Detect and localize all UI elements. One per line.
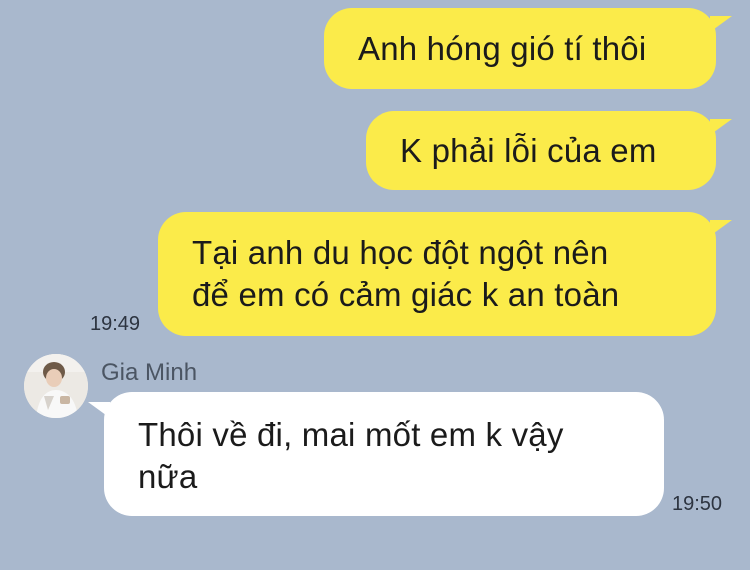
- sender-name: Gia Minh: [101, 359, 198, 386]
- message-text: K phải lỗi của em: [400, 132, 657, 169]
- avatar-photo-icon: [24, 354, 88, 418]
- avatar[interactable]: [24, 354, 88, 418]
- message-bubble-incoming[interactable]: Thôi về đi, mai mốt em k vậy nữa: [88, 392, 664, 516]
- message-timestamp: 19:50: [672, 493, 723, 515]
- message-text: Anh hóng gió tí thôi: [358, 30, 647, 67]
- message-text-line: Tại anh du học đột ngột nên: [192, 234, 609, 271]
- message-text-line: Thôi về đi, mai mốt em k vậy: [138, 416, 564, 453]
- message-text-line: để em có cảm giác k an toàn: [192, 276, 620, 313]
- chat-window: Anh hóng gió tí thôi K phải lỗi của em T…: [0, 0, 750, 570]
- message-bubble-outgoing[interactable]: K phải lỗi của em: [366, 111, 732, 190]
- message-text-line: nữa: [138, 458, 198, 495]
- message-timestamp: 19:49: [90, 313, 141, 335]
- message-bubble-outgoing[interactable]: Anh hóng gió tí thôi: [324, 8, 732, 89]
- message-bubble-outgoing[interactable]: Tại anh du học đột ngột nên để em có cảm…: [158, 212, 732, 336]
